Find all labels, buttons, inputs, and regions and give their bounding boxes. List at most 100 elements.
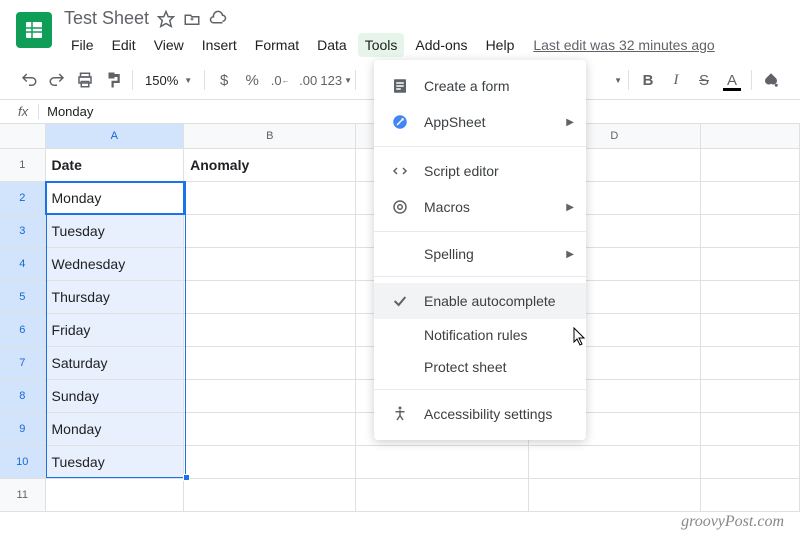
watermark: groovyPost.com: [681, 513, 784, 531]
currency-button[interactable]: $: [211, 67, 237, 93]
menu-notification-rules[interactable]: Notification rules: [374, 319, 586, 351]
paint-format-button[interactable]: [100, 67, 126, 93]
cell-E4[interactable]: [701, 248, 800, 280]
zoom-selector[interactable]: 150%▼: [139, 71, 198, 90]
bold-button[interactable]: B: [635, 67, 661, 93]
row-header-3[interactable]: 3: [0, 215, 46, 247]
cloud-icon[interactable]: [209, 10, 227, 28]
decrease-decimal-button[interactable]: .0←: [267, 67, 293, 93]
formula-value[interactable]: Monday: [47, 104, 93, 119]
menu-addons[interactable]: Add-ons: [408, 33, 474, 57]
cell-E2[interactable]: [701, 182, 800, 214]
document-title[interactable]: Test Sheet: [64, 8, 149, 29]
cell-A10[interactable]: Tuesday: [46, 446, 185, 478]
row-header-4[interactable]: 4: [0, 248, 46, 280]
cell-E3[interactable]: [701, 215, 800, 247]
menu-help[interactable]: Help: [479, 33, 522, 57]
menu-tools[interactable]: Tools: [358, 33, 405, 57]
cell-A9[interactable]: Monday: [46, 413, 185, 445]
fx-label: fx: [8, 104, 39, 119]
menu-file[interactable]: File: [64, 33, 101, 57]
submenu-arrow-icon: ▶: [566, 249, 574, 260]
menu-macros[interactable]: Macros ▶: [374, 189, 586, 225]
cell-D11[interactable]: [529, 479, 701, 511]
cell-E8[interactable]: [701, 380, 800, 412]
menu-format[interactable]: Format: [248, 33, 306, 57]
cell-E1[interactable]: [701, 149, 800, 181]
cell-C11[interactable]: [356, 479, 528, 511]
row-header-6[interactable]: 6: [0, 314, 46, 346]
row-header-5[interactable]: 5: [0, 281, 46, 313]
cell-C10[interactable]: [356, 446, 528, 478]
undo-button[interactable]: [16, 67, 42, 93]
menu-accessibility[interactable]: Accessibility settings: [374, 396, 586, 432]
cell-E11[interactable]: [701, 479, 800, 511]
macros-icon: [390, 197, 410, 217]
cell-B8[interactable]: [184, 380, 356, 412]
cell-B3[interactable]: [184, 215, 356, 247]
menu-insert[interactable]: Insert: [195, 33, 244, 57]
cell-B9[interactable]: [184, 413, 356, 445]
row-header-1[interactable]: 1: [0, 149, 46, 181]
col-header-E[interactable]: [701, 124, 800, 148]
menu-view[interactable]: View: [147, 33, 191, 57]
cell-A11[interactable]: [46, 479, 185, 511]
cell-A2[interactable]: Monday: [46, 182, 185, 214]
more-formats-button[interactable]: 123▼: [323, 67, 349, 93]
sheets-logo[interactable]: [16, 12, 52, 48]
cell-A8[interactable]: Sunday: [46, 380, 185, 412]
percent-button[interactable]: %: [239, 67, 265, 93]
cell-A6[interactable]: Friday: [46, 314, 185, 346]
cell-B6[interactable]: [184, 314, 356, 346]
menubar: File Edit View Insert Format Data Tools …: [64, 33, 784, 57]
row-header-2[interactable]: 2: [0, 182, 46, 214]
cell-B5[interactable]: [184, 281, 356, 313]
text-color-button[interactable]: A: [719, 67, 745, 93]
fill-handle[interactable]: [183, 474, 190, 481]
move-icon[interactable]: [183, 10, 201, 28]
cell-B10[interactable]: [184, 446, 356, 478]
menu-protect-sheet[interactable]: Protect sheet: [374, 351, 586, 383]
print-button[interactable]: [72, 67, 98, 93]
cell-E7[interactable]: [701, 347, 800, 379]
italic-button[interactable]: I: [663, 67, 689, 93]
font-dropdown[interactable]: ▼: [614, 76, 622, 85]
menu-enable-autocomplete[interactable]: Enable autocomplete: [374, 283, 586, 319]
cell-A3[interactable]: Tuesday: [46, 215, 185, 247]
col-header-A[interactable]: A: [46, 124, 185, 148]
cell-A5[interactable]: Thursday: [46, 281, 185, 313]
fill-color-button[interactable]: [758, 67, 784, 93]
select-all-corner[interactable]: [0, 124, 46, 148]
form-icon: [390, 76, 410, 96]
cell-B2[interactable]: [184, 182, 356, 214]
cell-B7[interactable]: [184, 347, 356, 379]
row-header-8[interactable]: 8: [0, 380, 46, 412]
cell-E9[interactable]: [701, 413, 800, 445]
cell-E10[interactable]: [701, 446, 800, 478]
menu-create-form[interactable]: Create a form: [374, 68, 586, 104]
col-header-B[interactable]: B: [184, 124, 356, 148]
cell-B4[interactable]: [184, 248, 356, 280]
menu-spelling[interactable]: Spelling ▶: [374, 238, 586, 270]
cell-E5[interactable]: [701, 281, 800, 313]
menu-data[interactable]: Data: [310, 33, 354, 57]
cell-D10[interactable]: [529, 446, 701, 478]
strikethrough-button[interactable]: S: [691, 67, 717, 93]
row-header-9[interactable]: 9: [0, 413, 46, 445]
cell-E6[interactable]: [701, 314, 800, 346]
cell-B1[interactable]: Anomaly: [184, 149, 356, 181]
increase-decimal-button[interactable]: .00: [295, 67, 321, 93]
menu-appsheet[interactable]: AppSheet ▶: [374, 104, 586, 140]
cell-A1[interactable]: Date: [46, 149, 185, 181]
menu-edit[interactable]: Edit: [105, 33, 143, 57]
menu-script-editor[interactable]: Script editor: [374, 153, 586, 189]
row-header-11[interactable]: 11: [0, 479, 46, 511]
cell-A7[interactable]: Saturday: [46, 347, 185, 379]
edit-status[interactable]: Last edit was 32 minutes ago: [533, 37, 714, 53]
redo-button[interactable]: [44, 67, 70, 93]
star-icon[interactable]: [157, 10, 175, 28]
row-header-10[interactable]: 10: [0, 446, 46, 478]
cell-A4[interactable]: Wednesday: [46, 248, 185, 280]
row-header-7[interactable]: 7: [0, 347, 46, 379]
cell-B11[interactable]: [184, 479, 356, 511]
